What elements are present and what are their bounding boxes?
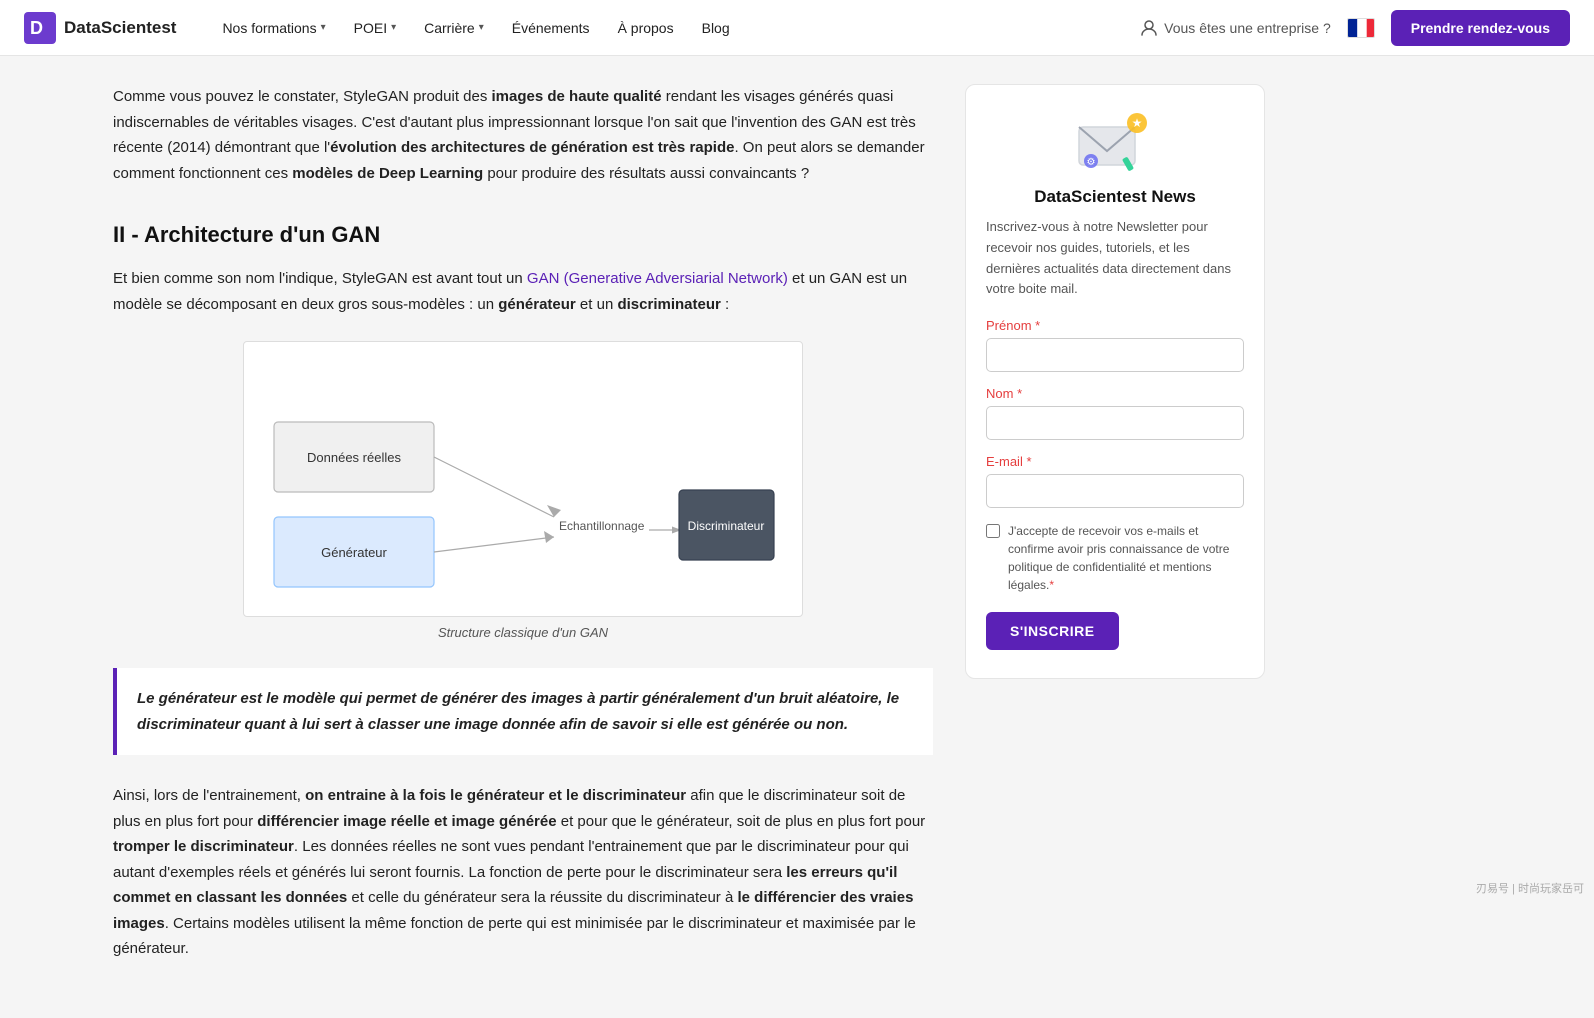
svg-text:Discriminateur: Discriminateur — [688, 519, 765, 533]
blockquote: Le générateur est le modèle qui permet d… — [113, 668, 933, 755]
nav-item-evenements[interactable]: Événements — [498, 0, 604, 56]
nav-item-apropos[interactable]: À propos — [604, 0, 688, 56]
nav-evenements-label: Événements — [512, 20, 590, 36]
gan-diagram-wrap: Données réelles Générateur Echantillonna… — [113, 341, 933, 640]
intro-paragraph: Comme vous pouvez le constater, StyleGAN… — [113, 84, 933, 186]
nav-carriere-label: Carrière — [424, 20, 475, 36]
nom-input[interactable] — [986, 406, 1244, 440]
page-wrap: Comme vous pouvez le constater, StyleGAN… — [97, 56, 1497, 1018]
svg-text:⚙: ⚙ — [1087, 157, 1096, 168]
svg-text:D: D — [30, 18, 43, 38]
enterprise-label: Vous êtes une entreprise ? — [1164, 20, 1331, 36]
chevron-down-icon: ▾ — [391, 22, 396, 33]
prenom-input[interactable] — [986, 338, 1244, 372]
prenom-label: Prénom * — [986, 318, 1244, 333]
language-flag[interactable] — [1347, 18, 1375, 38]
cta-button[interactable]: Prendre rendez-vous — [1391, 10, 1570, 46]
section-paragraph: Et bien comme son nom l'indique, StyleGA… — [113, 266, 933, 317]
lower-paragraph: Ainsi, lors de l'entrainement, on entrai… — [113, 783, 933, 962]
chevron-down-icon: ▾ — [321, 22, 326, 33]
newsletter-title: DataScientest News — [986, 187, 1244, 207]
section-title: II - Architecture d'un GAN — [113, 222, 933, 248]
nav-item-formations[interactable]: Nos formations ▾ — [208, 0, 339, 56]
logo-text: DataScientest — [64, 18, 176, 38]
enterprise-icon — [1140, 19, 1158, 37]
nav-item-blog[interactable]: Blog — [688, 0, 744, 56]
consent-row: J'accepte de recevoir vos e-mails et con… — [986, 522, 1244, 594]
gan-link[interactable]: GAN (Generative Adversiarial Network) — [527, 270, 788, 287]
navbar: D DataScientest Nos formations ▾ POEI ▾ … — [0, 0, 1594, 56]
newsletter-icon: ★ ⚙ — [1075, 109, 1155, 173]
prenom-field-group: Prénom * — [986, 318, 1244, 372]
nom-label: Nom * — [986, 386, 1244, 401]
subscribe-button[interactable]: S'INSCRIRE — [986, 612, 1119, 650]
newsletter-card: ★ ⚙ DataScientest News Inscrivez-vous à … — [965, 84, 1265, 679]
nav-item-carriere[interactable]: Carrière ▾ — [410, 0, 498, 56]
nav-formations-label: Nos formations — [222, 20, 316, 36]
gan-diagram-svg: Données réelles Générateur Echantillonna… — [264, 362, 784, 592]
svg-text:Générateur: Générateur — [321, 545, 387, 560]
nav-item-poei[interactable]: POEI ▾ — [340, 0, 411, 56]
nav-right: Vous êtes une entreprise ? Prendre rende… — [1140, 10, 1570, 46]
nav-poei-label: POEI — [354, 20, 387, 36]
enterprise-link[interactable]: Vous êtes une entreprise ? — [1140, 19, 1331, 37]
svg-text:★: ★ — [1132, 116, 1143, 130]
consent-checkbox[interactable] — [986, 524, 1000, 538]
main-content: Comme vous pouvez le constater, StyleGAN… — [113, 56, 933, 1018]
diagram-caption: Structure classique d'un GAN — [438, 625, 608, 640]
email-label: E-mail * — [986, 454, 1244, 469]
sidebar: ★ ⚙ DataScientest News Inscrivez-vous à … — [965, 56, 1265, 1018]
newsletter-icon-wrap: ★ ⚙ — [986, 109, 1244, 173]
svg-text:Données réelles: Données réelles — [307, 450, 401, 465]
blockquote-text: Le générateur est le modèle qui permet d… — [137, 690, 899, 733]
nav-apropos-label: À propos — [618, 20, 674, 36]
nav-blog-label: Blog — [702, 20, 730, 36]
newsletter-description: Inscrivez-vous à notre Newsletter pour r… — [986, 217, 1244, 300]
nav-links: Nos formations ▾ POEI ▾ Carrière ▾ Événe… — [208, 0, 1140, 56]
gan-diagram: Données réelles Générateur Echantillonna… — [243, 341, 803, 617]
nom-field-group: Nom * — [986, 386, 1244, 440]
chevron-down-icon: ▾ — [479, 22, 484, 33]
logo-icon: D — [24, 12, 56, 44]
consent-label: J'accepte de recevoir vos e-mails et con… — [1008, 522, 1244, 594]
email-field-group: E-mail * — [986, 454, 1244, 508]
svg-text:Echantillonnage: Echantillonnage — [559, 519, 645, 533]
email-input[interactable] — [986, 474, 1244, 508]
logo-link[interactable]: D DataScientest — [24, 12, 176, 44]
